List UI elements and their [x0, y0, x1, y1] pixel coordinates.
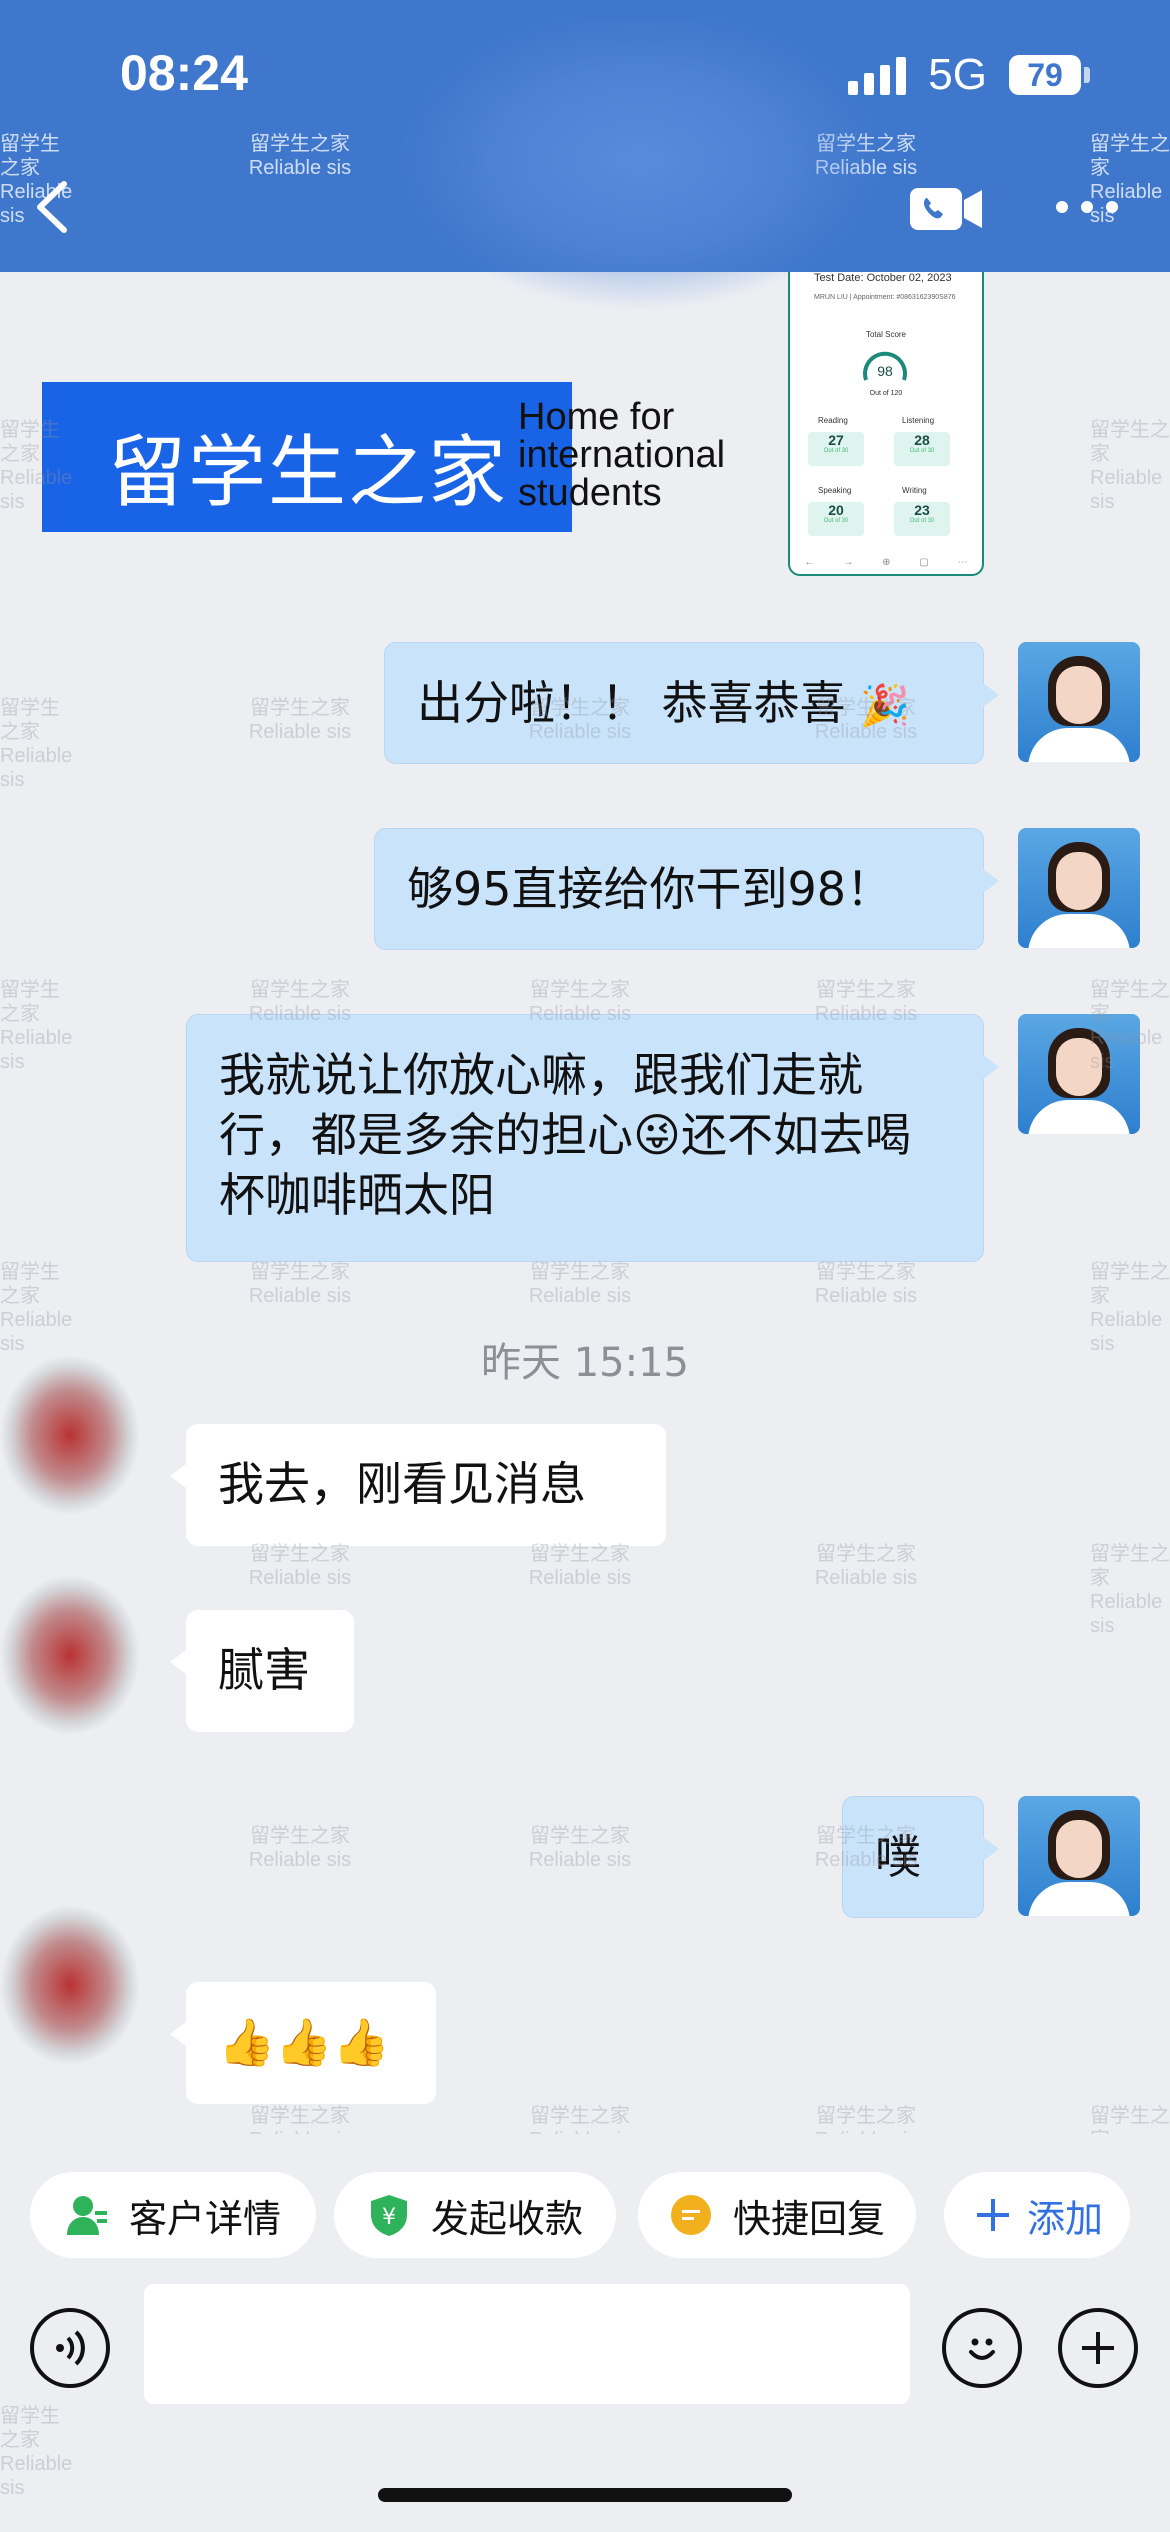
quick-reply-button[interactable]: 快捷回复: [638, 2172, 916, 2258]
phone-video-icon: [910, 188, 982, 230]
avatar[interactable]: [0, 1350, 150, 1520]
message-bubble-outgoing[interactable]: 出分啦！！ 恭喜恭喜 🎉: [384, 642, 999, 764]
watermark: 留学生之家Reliable sis: [0, 697, 73, 791]
chat-header: 08:24 5G 79 留学生之家 Reliable sis 留学生之家 Relia…: [0, 0, 1170, 272]
status-time: 08:24: [120, 45, 248, 101]
add-button[interactable]: 添加: [944, 2172, 1130, 2258]
total-out-of: Out of 120: [869, 390, 903, 397]
message-bubble-incoming[interactable]: 我去，刚看见消息: [170, 1424, 666, 1546]
score-gauge: 98: [863, 351, 907, 381]
watermark: 留学生之家Reliable sis: [814, 1261, 918, 1307]
request-payment-button[interactable]: ¥ 发起收款: [334, 2172, 616, 2258]
plus-icon: [1082, 2332, 1114, 2364]
avatar[interactable]: [1018, 1796, 1140, 1916]
home-indicator[interactable]: [378, 2488, 792, 2502]
watermark: 留学生之家Reliable sis: [248, 1261, 352, 1307]
message-bubble-outgoing[interactable]: 噗: [842, 1796, 999, 1918]
svg-text:98: 98: [877, 363, 893, 379]
svg-text:¥: ¥: [382, 2205, 396, 2230]
watermark: 留学生之家Reliable sis: [1090, 419, 1170, 513]
chevron-left-icon: [37, 181, 67, 233]
watermark: 留学生之家Reliable sis: [248, 1543, 352, 1589]
status-indicators: 5G 79: [848, 50, 1090, 100]
customer-details-button[interactable]: 客户详情: [30, 2172, 316, 2258]
section-score: 27 Out of 30: [808, 432, 864, 466]
browser-toolbar: ← → ⊕ ▢ ⋯: [804, 557, 968, 568]
section-name: Reading: [818, 416, 848, 425]
voice-button[interactable]: [30, 2308, 110, 2388]
watermark: 留学生之家Reliable sis: [1090, 1543, 1170, 1637]
promo-banner-subtitle: Home for international students: [518, 396, 726, 514]
more-dots-icon: [1056, 201, 1118, 213]
quick-action-bar: 客户详情 ¥ 发起收款 快捷回复 添加: [0, 2134, 1170, 2284]
promo-banner-title: 留学生之家: [108, 428, 509, 518]
smile-icon: [969, 2338, 995, 2360]
signal-icon: [848, 55, 907, 95]
section-score: 28 Out of 30: [894, 432, 950, 466]
candidate-line: MRUN LIU | Appointment: #0863162390S876: [814, 294, 956, 301]
avatar[interactable]: [0, 1900, 150, 2070]
message-bubble-outgoing[interactable]: 我就说让你放心嘛，跟我们走就行，都是多余的担心😜还不如去喝杯咖啡晒太阳: [186, 1014, 999, 1262]
person-icon: [65, 2193, 109, 2237]
battery-level: 79: [1009, 55, 1081, 95]
avatar[interactable]: [1018, 828, 1140, 948]
chat-bubble-icon: [669, 2193, 713, 2237]
party-popper-icon: 🎉: [860, 683, 911, 729]
voice-icon: [56, 2330, 85, 2366]
call-button[interactable]: [908, 184, 986, 234]
watermark: 留学生之家Reliable sis: [814, 133, 918, 179]
network-type: 5G: [928, 50, 987, 99]
watermark: 留学生之家Reliable sis: [0, 979, 73, 1073]
section-name: Writing: [902, 486, 927, 495]
watermark: 留学生之家Reliable sis: [528, 1543, 632, 1589]
message-bubble-incoming[interactable]: 👍👍👍: [170, 1982, 436, 2104]
more-actions-button[interactable]: [1058, 2308, 1138, 2388]
score-screenshot-image[interactable]: Test Date: October 02, 2023 MRUN LIU | A…: [788, 272, 984, 576]
watermark: 留学生之家Reliable sis: [248, 133, 352, 179]
avatar[interactable]: [1018, 642, 1140, 762]
avatar[interactable]: [1018, 1014, 1140, 1134]
section-name: Speaking: [818, 486, 852, 495]
emoji-button[interactable]: [942, 2308, 1022, 2388]
message-input[interactable]: [144, 2284, 910, 2404]
message-bubble-outgoing[interactable]: 够95直接给你干到98！: [374, 828, 999, 950]
avatar[interactable]: [0, 1570, 150, 1740]
message-timestamp: 昨天 15:15: [481, 1340, 689, 1386]
total-score-label: Total Score: [865, 330, 907, 339]
section-name: Listening: [902, 416, 935, 425]
message-bubble-incoming[interactable]: 腻害: [170, 1610, 354, 1732]
back-button[interactable]: [22, 172, 82, 242]
more-button[interactable]: [1052, 192, 1122, 222]
watermark: 留学生之家Reliable sis: [248, 697, 352, 743]
test-date: Test Date: October 02, 2023: [814, 272, 952, 284]
watermark: 留学生之家Reliable sis: [248, 1825, 352, 1871]
watermark: 留学生之家Reliable sis: [528, 1825, 632, 1871]
watermark: 留学生之家Reliable sis: [814, 1543, 918, 1589]
watermark: 留学生之家Reliable sis: [528, 1261, 632, 1307]
section-score: 23 Out of 30: [894, 502, 950, 536]
battery-icon: 79: [1009, 55, 1090, 95]
yuan-shield-icon: ¥: [367, 2193, 411, 2237]
plus-icon: [971, 2193, 1015, 2237]
section-score: 20 Out of 30: [808, 502, 864, 536]
